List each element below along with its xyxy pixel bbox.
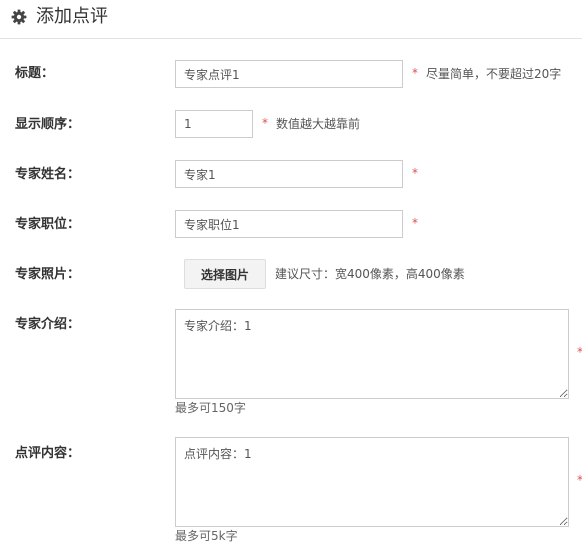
content-limit: 最多可5k字 (175, 529, 238, 543)
intro-textarea[interactable]: 专家介绍：1 (175, 309, 569, 399)
required-star: * (412, 66, 418, 80)
required-star: * (577, 473, 582, 487)
position-input[interactable] (175, 210, 403, 238)
title-label: 标题： (15, 66, 55, 81)
photo-size-hint: 建议尺寸：宽400像素，高400像素 (275, 267, 465, 281)
select-image-button[interactable]: 选择图片 (184, 259, 266, 289)
gear-icon (11, 9, 27, 25)
page-header: 添加点评 (0, 0, 582, 39)
title-input[interactable] (175, 60, 403, 88)
content-textarea[interactable]: 点评内容：1 (175, 437, 569, 527)
intro-label: 专家介绍： (15, 317, 81, 332)
required-star: * (412, 166, 418, 180)
required-star: * (262, 116, 268, 130)
name-label: 专家姓名： (15, 167, 81, 182)
page-title: 添加点评 (36, 6, 108, 27)
order-input[interactable] (175, 110, 253, 138)
order-label: 显示顺序： (15, 117, 81, 132)
content-label: 点评内容： (15, 446, 81, 461)
order-hint: 数值越大越靠前 (276, 117, 361, 131)
intro-limit: 最多可150字 (175, 401, 246, 415)
position-label: 专家职位： (15, 217, 81, 232)
title-hint: 尽量简单，不要超过20字 (426, 67, 562, 81)
required-star: * (577, 345, 582, 359)
required-star: * (412, 216, 418, 230)
photo-label: 专家照片： (15, 267, 81, 282)
name-input[interactable] (175, 160, 403, 188)
